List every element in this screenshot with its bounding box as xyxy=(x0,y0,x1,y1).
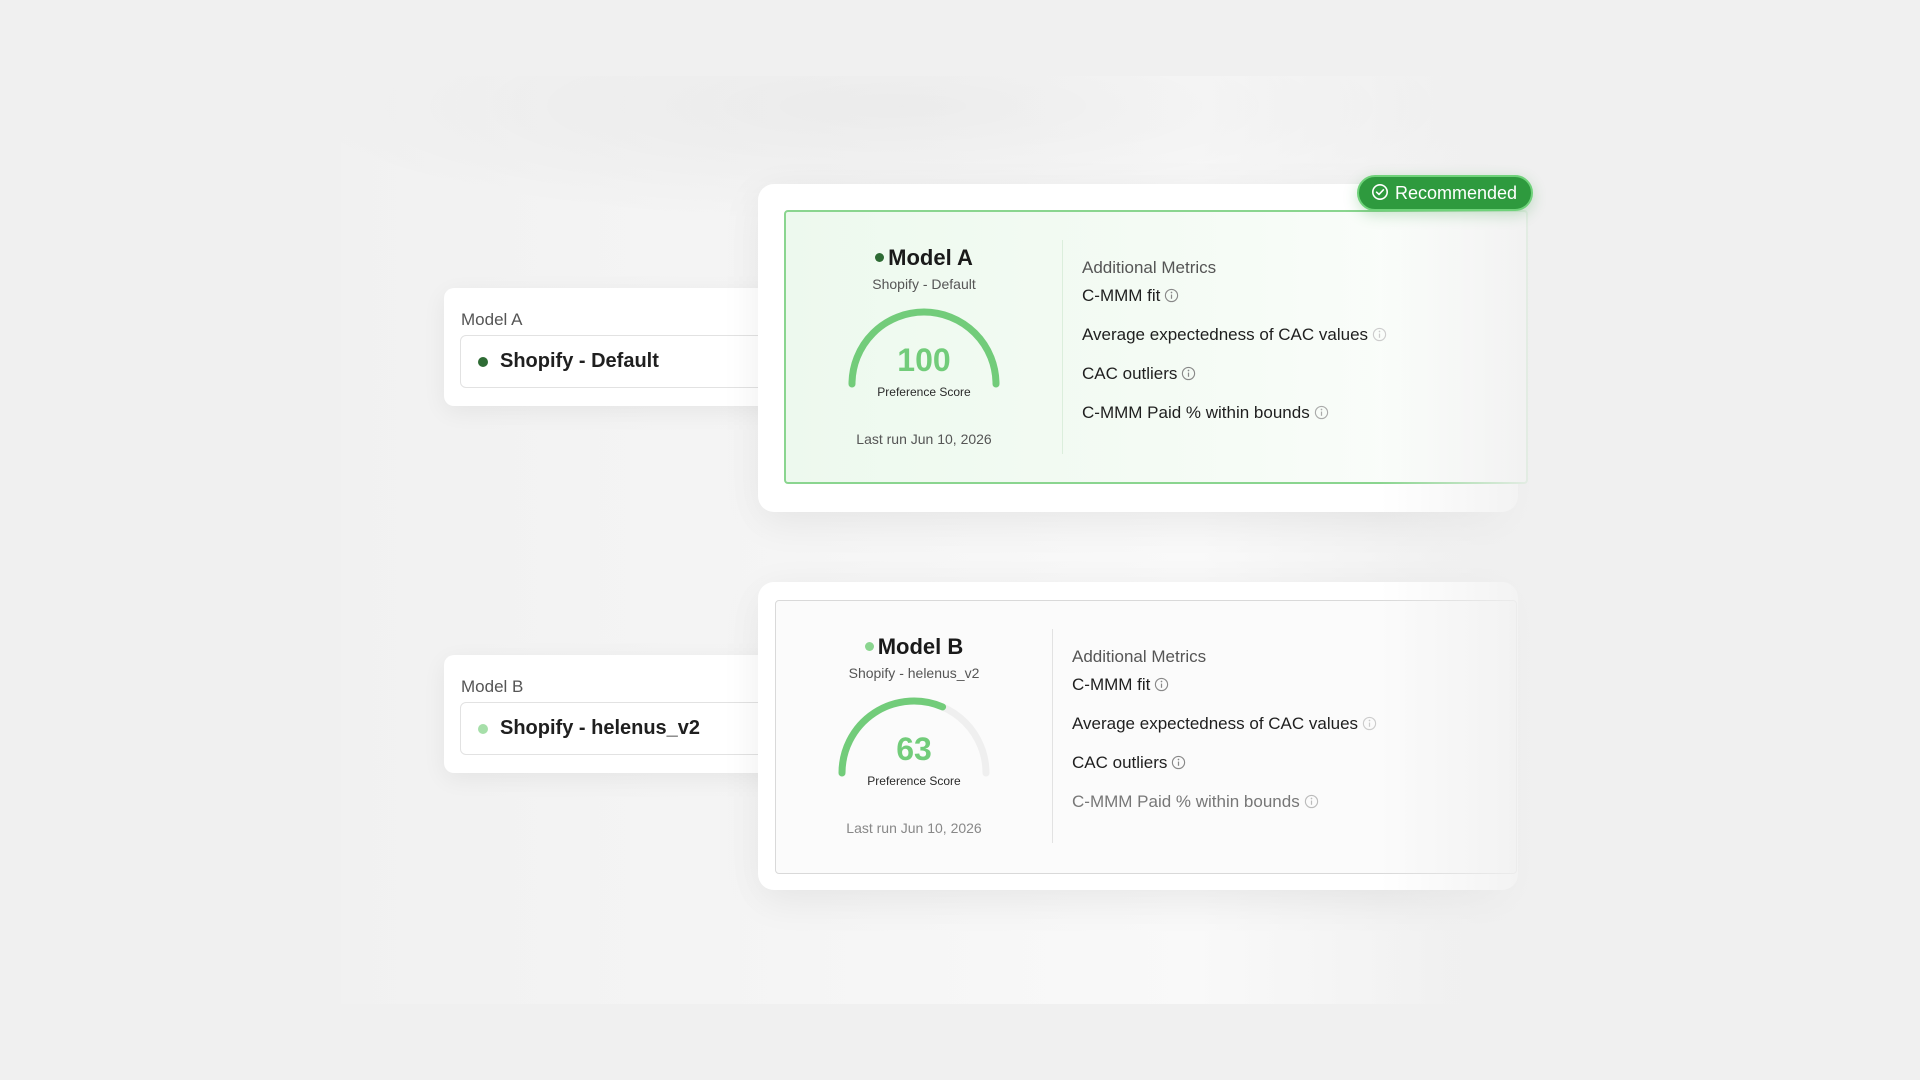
selected-model-value: Shopify - Default xyxy=(500,350,659,372)
metric-label: C-MMM fit xyxy=(1072,675,1151,694)
model-title-text: Model A xyxy=(888,245,973,270)
preference-score-gauge: 63 Preference Score xyxy=(836,693,992,788)
divider xyxy=(1052,629,1053,843)
model-subtitle: Shopify - helenus_v2 xyxy=(848,665,980,681)
model-color-dot xyxy=(875,252,885,262)
preference-score-label: Preference Score xyxy=(867,774,961,788)
model-summary: Model B Shopify - helenus_v2 63 Preferen… xyxy=(776,601,1052,873)
recommended-badge: Recommended xyxy=(1357,175,1534,211)
model-color-dot xyxy=(864,641,874,651)
last-run-date: Last run Jun 10, 2026 xyxy=(846,820,982,836)
model-color-dot xyxy=(478,357,488,367)
info-icon[interactable] xyxy=(1171,755,1186,770)
info-icon[interactable] xyxy=(1154,677,1169,692)
preference-score-value: 63 xyxy=(896,731,932,767)
model-summary: Model A Shopify - Default 100 Preference… xyxy=(786,212,1062,482)
preference-score-label: Preference Score xyxy=(877,385,971,399)
badge-label: Recommended xyxy=(1395,183,1518,203)
info-icon[interactable] xyxy=(1314,405,1329,420)
model-subtitle: Shopify - Default xyxy=(872,276,976,292)
selector-label: Model B xyxy=(461,677,524,696)
model-b-selector: Model B Shopify - helenus_v2 xyxy=(444,655,784,773)
selected-model-value: Shopify - helenus_v2 xyxy=(500,717,701,739)
metric-label: Average expectedness of CAC values xyxy=(1082,325,1369,344)
preference-score-gauge: 100 Preference Score xyxy=(846,304,1002,399)
divider xyxy=(1062,240,1063,454)
preference-score-value: 100 xyxy=(897,342,951,378)
last-run-date: Last run Jun 10, 2026 xyxy=(856,431,992,447)
info-icon[interactable] xyxy=(1362,716,1377,731)
metric-label: CAC outliers xyxy=(1072,753,1168,772)
model-title: Model B xyxy=(776,634,1052,660)
metric-label: C-MMM Paid % within bounds xyxy=(1072,792,1300,811)
model-title-text: Model B xyxy=(877,634,964,659)
model-a-select-field[interactable]: Shopify - Default xyxy=(460,335,782,388)
info-icon[interactable] xyxy=(1164,288,1179,303)
metric-label: Average expectedness of CAC values xyxy=(1072,714,1359,733)
model-title: Model A xyxy=(786,245,1062,271)
check-circle-icon xyxy=(1372,184,1388,201)
selector-label: Model A xyxy=(461,310,523,329)
metric-label: CAC outliers xyxy=(1082,364,1178,383)
metric-label: C-MMM fit xyxy=(1082,286,1161,305)
model-b-select-field[interactable]: Shopify - helenus_v2 xyxy=(460,702,782,755)
metric-label: C-MMM Paid % within bounds xyxy=(1082,403,1310,422)
info-icon[interactable] xyxy=(1181,366,1196,381)
info-icon[interactable] xyxy=(1304,794,1319,809)
model-color-dot xyxy=(478,724,488,734)
edge-fade xyxy=(1380,76,1580,1004)
model-a-selector: Model A Shopify - Default xyxy=(444,288,784,406)
